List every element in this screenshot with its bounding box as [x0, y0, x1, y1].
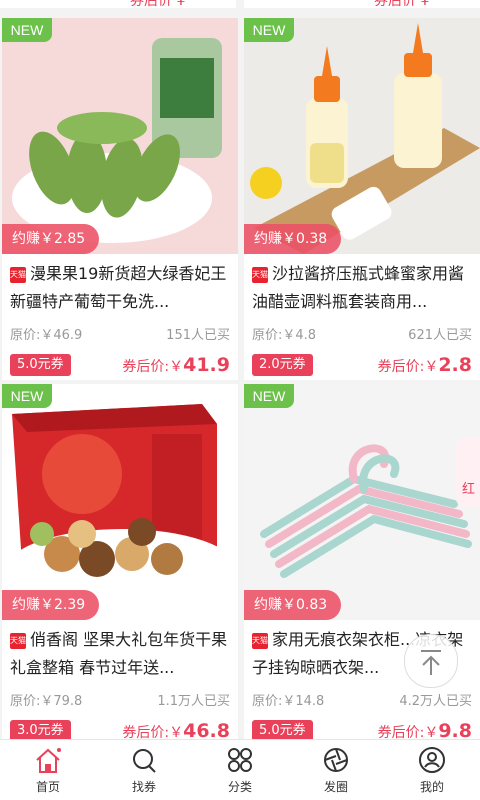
product-image-nut-gift-box[interactable]: NEW 约赚￥2.39 [2, 384, 238, 620]
floating-red-packet-tab[interactable]: 红 [456, 438, 480, 508]
tmall-icon: 天猫 [10, 633, 26, 649]
tab-category[interactable]: 分类 [192, 740, 288, 800]
tab-moments[interactable]: 发圈 [288, 740, 384, 800]
product-card[interactable]: NEW 约赚￥2.85 天猫 漫果果19新货超大绿香妃王新疆特产葡萄干免洗... … [2, 18, 238, 380]
original-price: 原价:￥46.9 [10, 328, 83, 343]
home-icon [36, 748, 61, 773]
price-row: 5.0元券 券后价:￥9.8 [252, 718, 472, 740]
coupon-badge[interactable]: 3.0元券 [10, 720, 71, 740]
tmall-icon: 天猫 [10, 267, 26, 283]
after-coupon-price: 券后价:￥41.9 [122, 354, 230, 376]
back-to-top-button[interactable] [404, 634, 458, 688]
price-row: 3.0元券 券后价:￥46.8 [10, 718, 230, 740]
prev-card-strip-right: 券后价 ¥ [244, 0, 480, 8]
original-price: 原价:￥14.8 [252, 694, 325, 709]
tab-home[interactable]: 首页 [0, 740, 96, 800]
aperture-icon [324, 748, 348, 772]
coupon-badge[interactable]: 2.0元券 [252, 354, 313, 376]
price-row: 2.0元券 券后价:￥2.8 [252, 352, 472, 378]
new-badge: NEW [2, 384, 52, 408]
new-badge: NEW [244, 18, 294, 42]
product-title[interactable]: 天猫 沙拉酱挤压瓶式蜂蜜家用酱油醋壶调料瓶套装商用... [252, 260, 474, 316]
earn-tag: 约赚￥2.85 [2, 224, 100, 254]
product-meta: 原价:￥46.9 151人已买 [10, 324, 230, 343]
category-icon [228, 748, 252, 772]
product-card[interactable]: NEW 约赚￥2.39 天猫 俏香阁 坚果大礼包年货干果礼盒整箱 春节过年送...… [2, 384, 238, 740]
product-meta: 原价:￥14.8 4.2万人已买 [252, 690, 472, 709]
earn-tag: 约赚￥2.39 [2, 590, 100, 620]
product-image-clothes-hangers[interactable]: NEW 约赚￥0.83 [244, 384, 480, 620]
user-icon [419, 747, 445, 773]
bottom-tab-bar: 首页 找券 分类 发圈 我的 [0, 739, 480, 800]
original-price: 原价:￥4.8 [252, 328, 317, 343]
search-icon [133, 749, 156, 773]
price-row: 5.0元券 券后价:￥41.9 [10, 352, 230, 378]
sold-count: 621人已买 [408, 328, 472, 343]
product-title[interactable]: 天猫 漫果果19新货超大绿香妃王新疆特产葡萄干免洗... [10, 260, 232, 316]
after-coupon-price: 券后价:￥9.8 [377, 720, 472, 740]
tmall-icon: 天猫 [252, 267, 268, 283]
earn-tag: 约赚￥0.83 [244, 590, 342, 620]
tab-mine[interactable]: 我的 [384, 740, 480, 800]
after-coupon-price: 券后价:￥46.8 [122, 720, 230, 740]
after-coupon-price: 券后价:￥2.8 [377, 354, 472, 376]
new-badge: NEW [2, 18, 52, 42]
earn-tag: 约赚￥0.38 [244, 224, 342, 254]
product-meta: 原价:￥79.8 1.1万人已买 [10, 690, 230, 709]
prev-card-strip-left: 券后价 ¥ [0, 0, 236, 8]
product-title[interactable]: 天猫 俏香阁 坚果大礼包年货干果礼盒整箱 春节过年送... [10, 626, 232, 682]
tmall-icon: 天猫 [252, 633, 268, 649]
sold-count: 4.2万人已买 [399, 694, 472, 709]
coupon-badge[interactable]: 5.0元券 [252, 720, 313, 740]
tab-find-coupons[interactable]: 找券 [96, 740, 192, 800]
product-image-raisins[interactable]: NEW 约赚￥2.85 [2, 18, 238, 254]
product-image-squeeze-bottles[interactable]: NEW 约赚￥0.38 [244, 18, 480, 254]
product-meta: 原价:￥4.8 621人已买 [252, 324, 472, 343]
original-price: 原价:￥79.8 [10, 694, 83, 709]
new-badge: NEW [244, 384, 294, 408]
product-grid: 券后价 ¥ 券后价 ¥ NEW 约赚￥2.85 天猫 漫果果19新货超大绿香妃王新 [0, 0, 480, 740]
arrow-up-icon [421, 650, 441, 675]
sold-count: 151人已买 [166, 328, 230, 343]
coupon-badge[interactable]: 5.0元券 [10, 354, 71, 376]
product-card[interactable]: NEW 约赚￥0.38 天猫 沙拉酱挤压瓶式蜂蜜家用酱油醋壶调料瓶套装商用... … [244, 18, 480, 380]
sold-count: 1.1万人已买 [157, 694, 230, 709]
